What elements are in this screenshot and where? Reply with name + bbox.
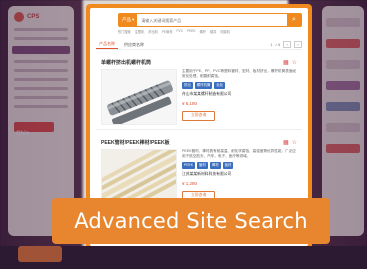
result-card-header: 单螺杆挤出机螺杆机筒 ▦ ☆ [101, 58, 297, 67]
search-icon: ⌕ [292, 16, 296, 23]
tag-badge[interactable]: 板材 [222, 161, 234, 169]
sidebar-row [14, 105, 68, 108]
hot-link[interactable]: 热门搜索 [118, 29, 131, 34]
tag-badge[interactable]: PEEK [182, 161, 196, 169]
brand-logo-icon [14, 12, 24, 22]
product-price: ¥ 1,280 [182, 180, 198, 186]
hot-link[interactable]: 挤出机 [148, 29, 158, 34]
result-description: 主要用于PE、PP、PVC等塑料管材、型材、板材挤出，螺杆机筒表面经氮化处理，耐… [182, 69, 297, 79]
compare-icon[interactable]: ▦ [283, 59, 289, 66]
ad-block [326, 60, 360, 69]
ad-block [326, 144, 360, 153]
result-badges: PEEK 管材 棒材 板材 [182, 161, 297, 169]
screw-barrel-image [102, 70, 176, 124]
result-badges: 挤出 螺杆机筒 氮化 [182, 81, 297, 89]
prev-page-button[interactable]: ‹ [283, 41, 291, 48]
tag-badge[interactable]: 挤出 [182, 81, 193, 89]
next-page-button[interactable]: › [294, 41, 302, 48]
compare-icon[interactable]: ▦ [283, 139, 289, 146]
pager: 1 / 4 ‹ › [270, 41, 302, 48]
ad-block [326, 81, 360, 90]
ad-block [326, 39, 360, 48]
result-info: 主要用于PE、PP、PVC等塑料管材、型材、板材挤出，螺杆机筒表面经氮化处理，耐… [182, 69, 297, 125]
product-image[interactable] [101, 149, 177, 205]
peek-rods-image [102, 150, 176, 204]
supplier-name[interactable]: 江苏某某新材料科技有限公司 [182, 172, 297, 178]
pager-total: / 4 [275, 42, 280, 47]
brand-logo: CPS [14, 12, 68, 22]
sidebar-row [14, 28, 68, 31]
tag-badge[interactable]: 棒材 [209, 161, 221, 169]
ad-block [326, 102, 360, 111]
tag-badge[interactable]: 管材 [197, 161, 208, 169]
hot-link[interactable]: PVC [177, 29, 184, 34]
tag-badge[interactable]: 螺杆机筒 [194, 81, 213, 89]
result-tabs: 产品名称 供应商名称 1 / 4 ‹ › [96, 40, 302, 50]
search-category-select[interactable]: 产品 ▾ [119, 14, 138, 26]
tab-product-name[interactable]: 产品名称 [96, 40, 118, 49]
chevron-down-icon: ▾ [132, 17, 135, 22]
sidebar-row [14, 87, 68, 90]
product-price: ¥ 6,180 [182, 100, 198, 106]
sidebar-highlight-label: CHINAPLAS 2024 [14, 55, 47, 60]
result-title[interactable]: PEEK管材/PEEK棒材/PEEK板 [101, 139, 170, 146]
hot-link[interactable]: PEEK [187, 29, 196, 34]
search-bar: 产品 ▾ ⌕ [118, 13, 302, 27]
sidebar-row [14, 60, 68, 63]
chevron-left-icon: ‹ [286, 42, 288, 47]
result-title[interactable]: 单螺杆挤出机螺杆机筒 [101, 59, 151, 66]
sidebar-row [14, 69, 68, 72]
caption-banner: Advanced Site Search [52, 198, 330, 244]
result-card[interactable]: 单螺杆挤出机螺杆机筒 ▦ ☆ 主要用于PE、PP、PVC等塑料管材、型材、板材挤… [96, 54, 302, 130]
result-card-body: PEEK管材、棒材具有耐高温、耐化学腐蚀、高强度等优异性能，广泛应用于航空航天、… [101, 149, 297, 205]
hot-search-links: 热门搜索 注塑机 挤出机 PE管材 PVC PEEK 螺杆 模具 吹膜机 [118, 29, 302, 34]
result-actions: ▦ ☆ [283, 139, 297, 146]
sidebar-row [14, 96, 68, 99]
sidebar-row [14, 37, 68, 40]
caption-text: Advanced Site Search [74, 209, 308, 233]
tab-supplier-name[interactable]: 供应商名称 [124, 40, 144, 49]
result-info: PEEK管材、棒材具有耐高温、耐化学腐蚀、高强度等优异性能，广泛应用于航空航天、… [182, 149, 297, 205]
ad-block [326, 18, 360, 27]
hot-link[interactable]: 注塑机 [135, 29, 145, 34]
sidebar-promo-label: Chin [16, 131, 30, 137]
hot-link[interactable]: 模具 [210, 29, 216, 34]
sidebar-highlight[interactable]: CHINAPLAS 2024 [12, 46, 70, 60]
product-image[interactable] [101, 69, 177, 125]
hot-link[interactable]: 螺杆 [200, 29, 206, 34]
sidebar-promo[interactable]: Chin [14, 122, 54, 137]
supplier-name[interactable]: 舟山市某某螺杆制造有限公司 [182, 92, 297, 98]
result-actions: ▦ ☆ [283, 59, 297, 66]
ad-block [326, 123, 360, 132]
hot-link[interactable]: PE管材 [162, 29, 173, 34]
brand-name: CPS [27, 14, 40, 20]
decorative-chip [18, 246, 62, 262]
favorite-star-icon[interactable]: ☆ [292, 139, 297, 146]
hot-link[interactable]: 吹膜机 [220, 29, 230, 34]
pager-current: 1 [270, 42, 273, 47]
result-card-body: 主要用于PE、PP、PVC等塑料管材、型材、板材挤出，螺杆机筒表面经氮化处理，耐… [101, 69, 297, 125]
result-description: PEEK管材、棒材具有耐高温、耐化学腐蚀、高强度等优异性能，广泛应用于航空航天、… [182, 149, 296, 159]
consult-button[interactable]: 立即咨询 [182, 111, 216, 122]
search-input[interactable] [137, 14, 287, 26]
result-card-header: PEEK管材/PEEK棒材/PEEK板 ▦ ☆ [101, 138, 297, 147]
search-category-label: 产品 [122, 17, 131, 22]
favorite-star-icon[interactable]: ☆ [292, 59, 297, 66]
chevron-right-icon: › [297, 42, 299, 47]
tag-badge[interactable]: 氮化 [214, 81, 226, 89]
search-button[interactable]: ⌕ [287, 14, 301, 26]
sidebar-row [14, 78, 68, 81]
